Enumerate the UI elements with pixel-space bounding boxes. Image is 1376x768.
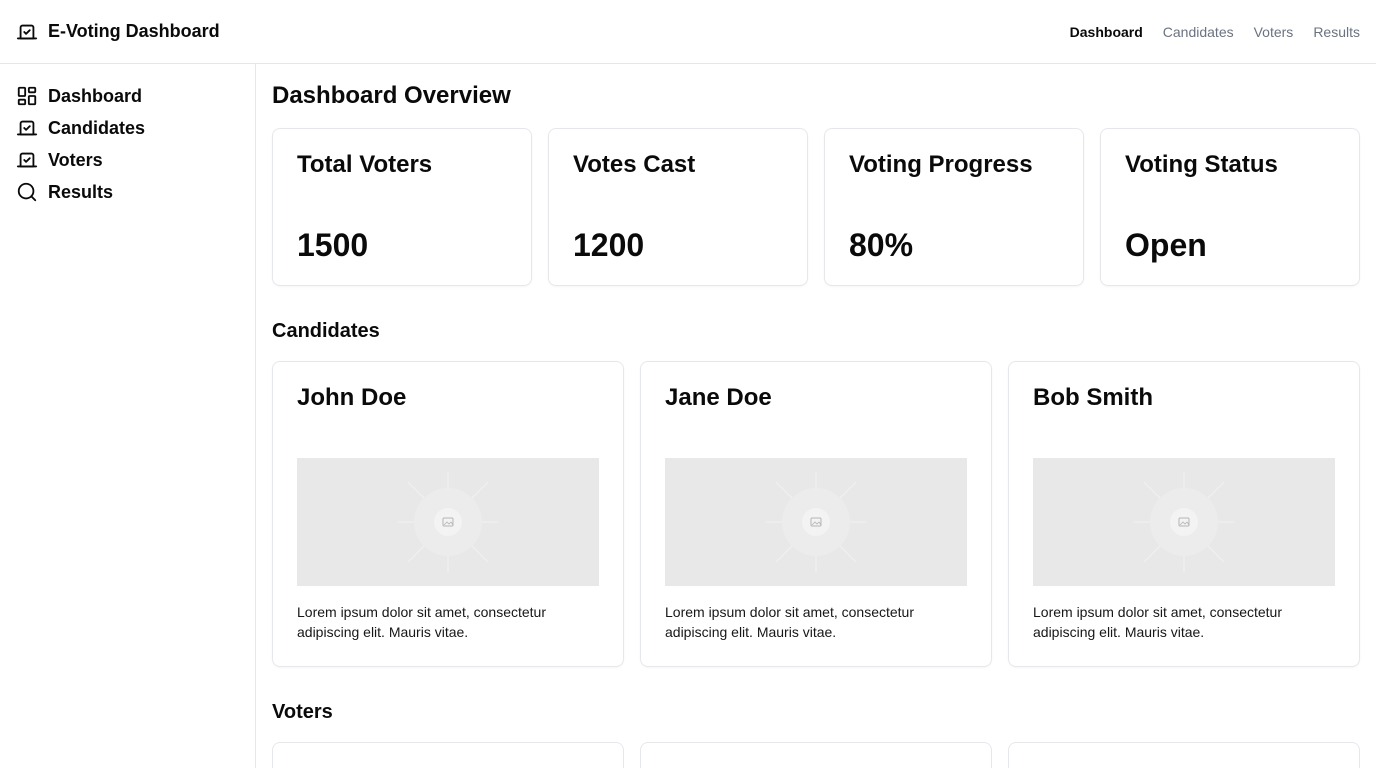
layout-grid-icon: [16, 85, 38, 107]
brand[interactable]: E-Voting Dashboard: [16, 21, 220, 43]
stat-card-voting-progress: Voting Progress 80%: [824, 128, 1084, 286]
candidate-card[interactable]: Jane Doe Lorem ipsum dolor sit amet, con…: [640, 361, 992, 667]
voter-card[interactable]: [1008, 742, 1360, 768]
ballot-check-icon: [16, 21, 38, 43]
candidate-card[interactable]: Bob Smith Lorem ipsum dolor sit amet, co…: [1008, 361, 1360, 667]
sidebar-item-voters[interactable]: Voters: [16, 144, 239, 176]
candidates-list: John Doe Lorem ipsum dolor sit amet, con…: [272, 361, 1360, 667]
top-header: E-Voting Dashboard Dashboard Candidates …: [0, 0, 1376, 64]
stat-label: Total Voters: [297, 151, 433, 178]
image-placeholder-icon: [297, 458, 599, 586]
sidebar-item-label: Voters: [48, 149, 103, 170]
topnav-dashboard-link[interactable]: Dashboard: [1070, 24, 1143, 40]
sidebar-item-label: Results: [48, 181, 114, 202]
candidate-description: Lorem ipsum dolor sit amet, consectetur …: [1033, 604, 1282, 640]
stat-value: 1500: [297, 227, 369, 263]
topnav-results-link[interactable]: Results: [1313, 24, 1360, 40]
voters-section-title: Voters: [272, 701, 333, 723]
candidate-name: Jane Doe: [665, 384, 772, 411]
voter-card[interactable]: [272, 742, 624, 768]
candidate-card[interactable]: John Doe Lorem ipsum dolor sit amet, con…: [272, 361, 624, 667]
sidebar-item-label: Candidates: [48, 117, 146, 138]
topnav-candidates-link[interactable]: Candidates: [1163, 24, 1234, 40]
stat-label: Votes Cast: [573, 151, 696, 178]
topnav-voters-link[interactable]: Voters: [1254, 24, 1294, 40]
stat-card-votes-cast: Votes Cast 1200: [548, 128, 808, 286]
main-content: Dashboard Overview Total Voters 1500 Vot…: [256, 64, 1376, 768]
candidates-section-title: Candidates: [272, 320, 380, 342]
sidebar-item-results[interactable]: Results: [16, 176, 239, 208]
voter-card[interactable]: [640, 742, 992, 768]
stat-label: Voting Progress: [849, 151, 1033, 178]
stat-label: Voting Status: [1125, 151, 1278, 178]
sidebar-item-candidates[interactable]: Candidates: [16, 112, 239, 144]
page-title: Dashboard Overview: [272, 82, 511, 109]
stat-card-total-voters: Total Voters 1500: [272, 128, 532, 286]
candidate-name: John Doe: [297, 384, 407, 411]
sidebar: Dashboard Candidates Voters Results: [0, 64, 256, 768]
stats-row: Total Voters 1500 Votes Cast 1200 Voting…: [272, 128, 1360, 286]
top-nav: Dashboard Candidates Voters Results: [1070, 24, 1360, 40]
candidate-description: Lorem ipsum dolor sit amet, consectetur …: [297, 604, 546, 640]
stat-value: Open: [1125, 227, 1207, 263]
stat-card-voting-status: Voting Status Open: [1100, 128, 1360, 286]
sidebar-item-label: Dashboard: [48, 85, 143, 106]
image-placeholder-icon: [665, 458, 967, 586]
candidate-name: Bob Smith: [1033, 384, 1153, 411]
stat-value: 1200: [573, 227, 645, 263]
search-icon: [16, 181, 38, 203]
sidebar-item-dashboard[interactable]: Dashboard: [16, 80, 239, 112]
candidate-description: Lorem ipsum dolor sit amet, consectetur …: [665, 604, 914, 640]
ballot-check-icon: [16, 149, 38, 171]
stat-value: 80%: [849, 227, 914, 263]
app-title: E-Voting Dashboard: [48, 21, 220, 41]
ballot-check-icon: [16, 117, 38, 139]
voters-list: [272, 742, 1360, 768]
image-placeholder-icon: [1033, 458, 1335, 586]
